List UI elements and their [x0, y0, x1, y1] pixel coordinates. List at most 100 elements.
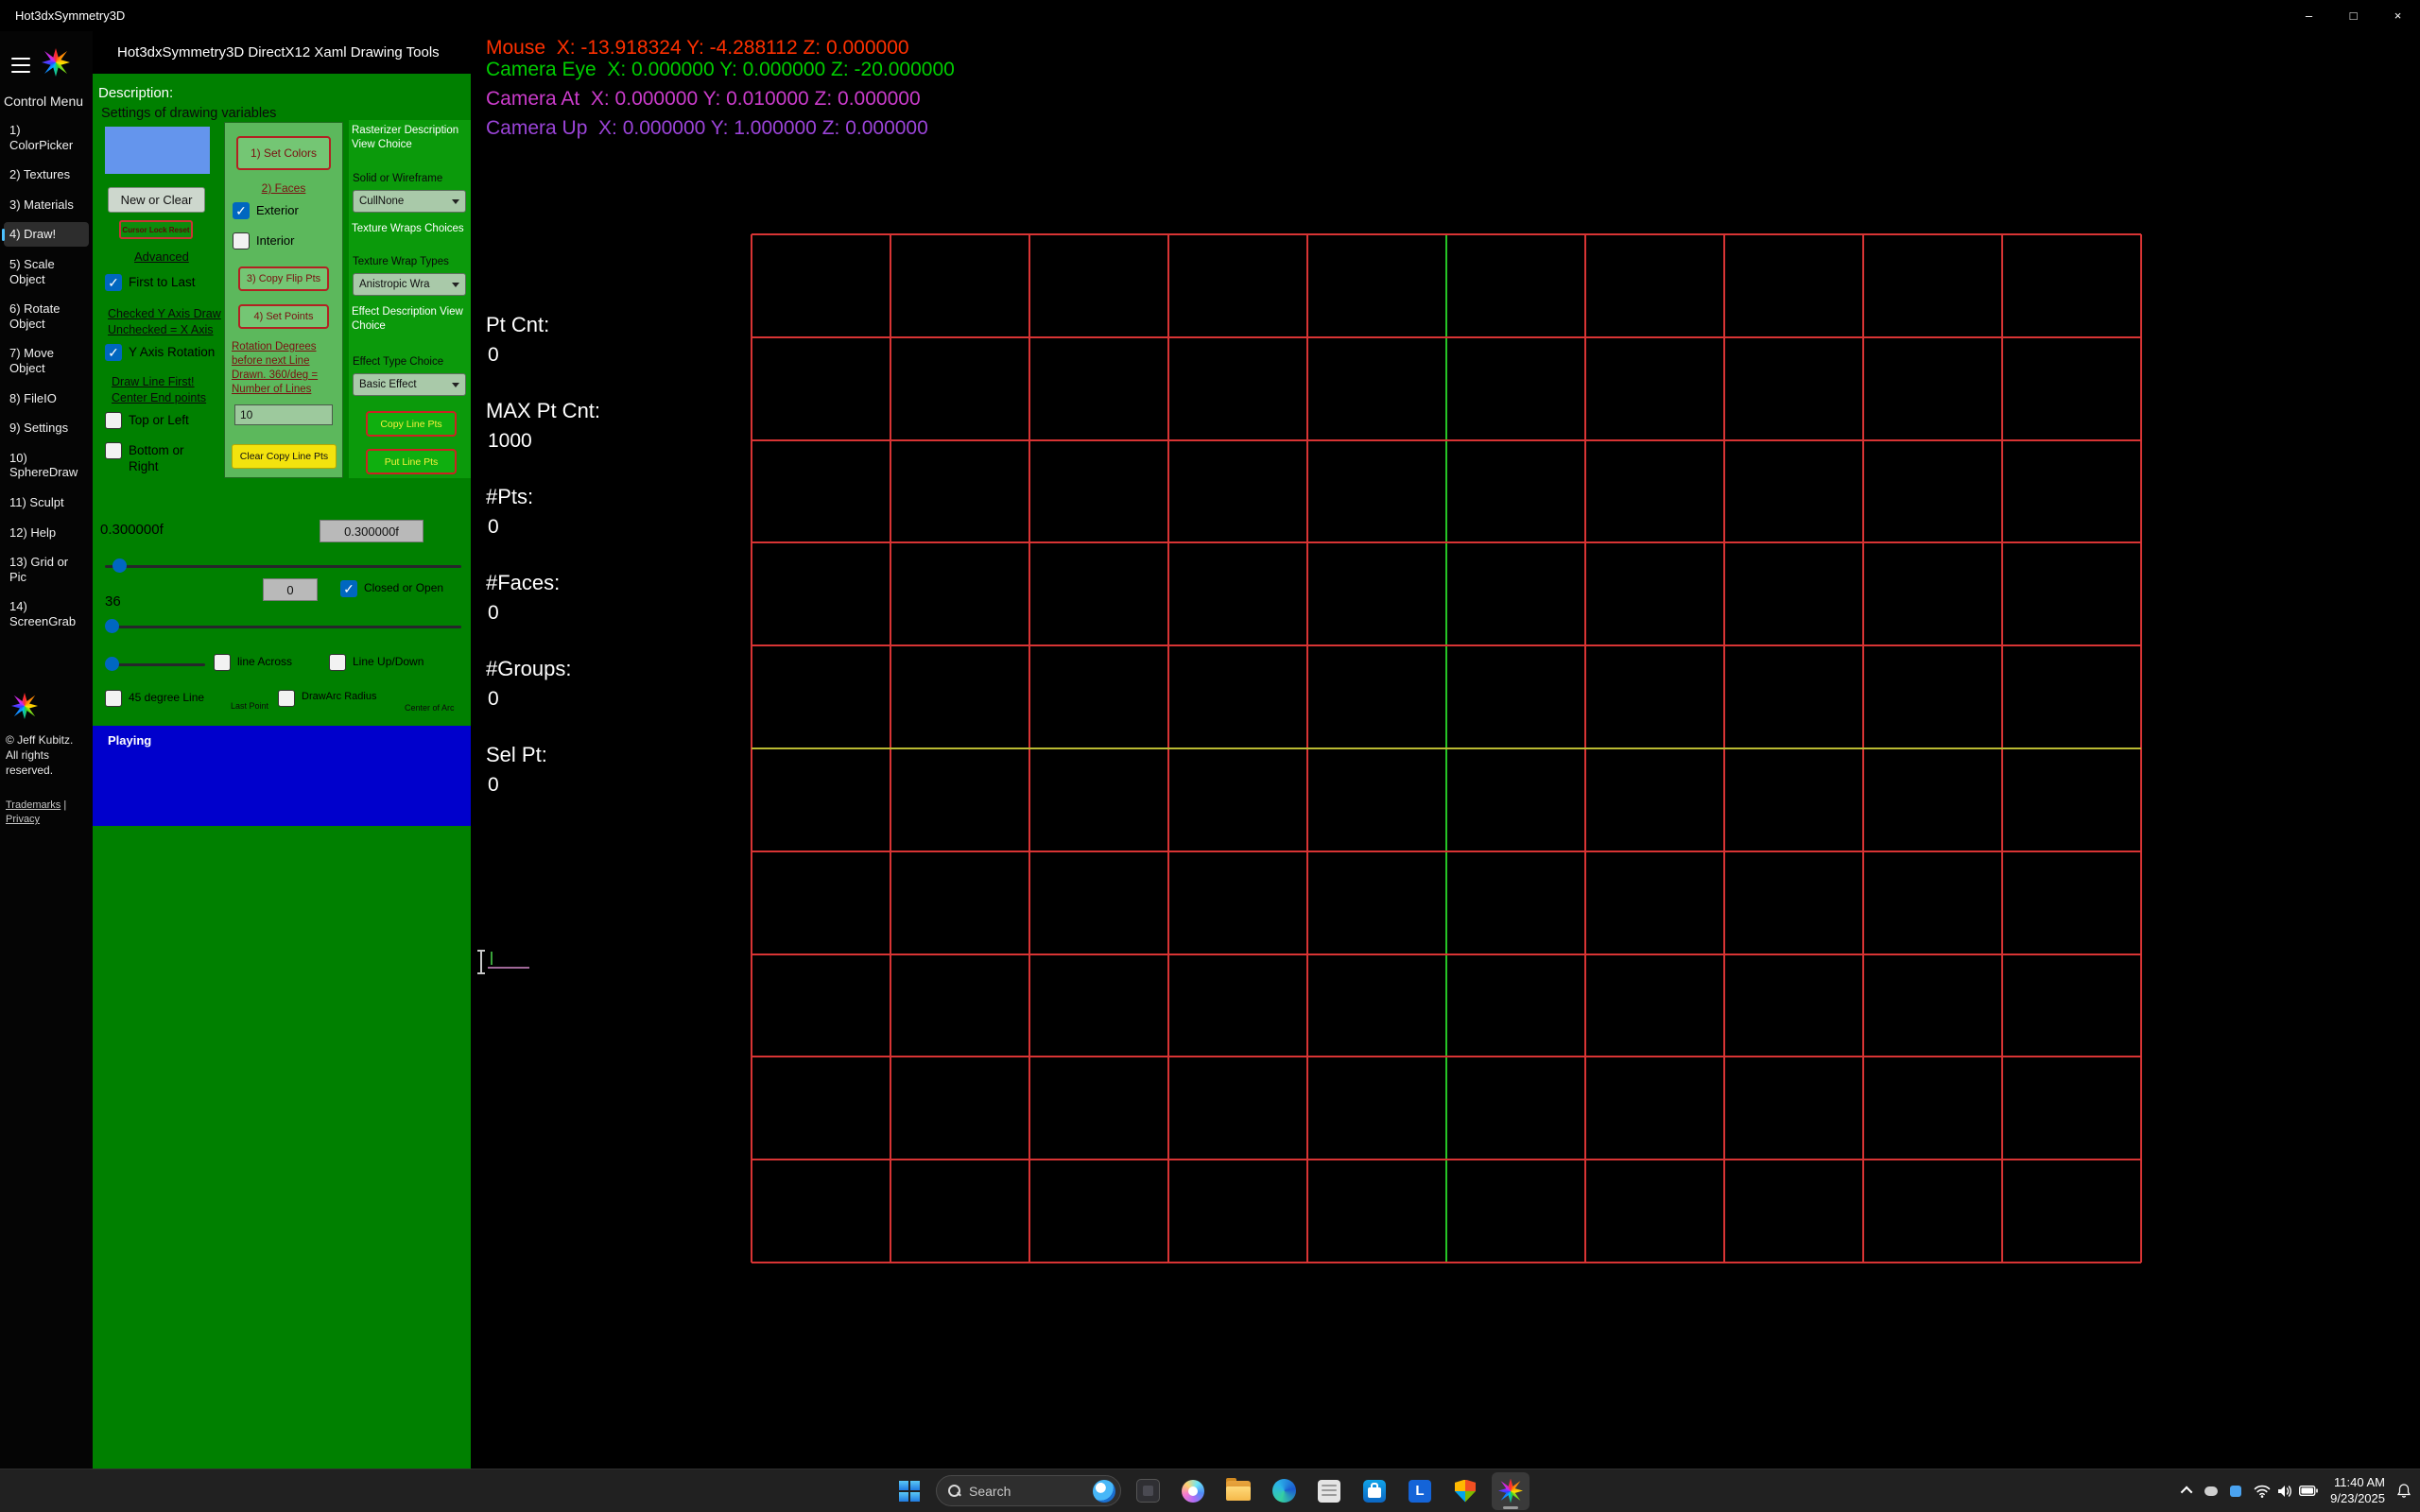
segments-slider[interactable]: [105, 618, 461, 635]
new-or-clear-button[interactable]: New or Clear: [108, 187, 205, 213]
texture-wrap-dropdown[interactable]: Anistropic Wra: [353, 273, 466, 296]
taskbar-clock[interactable]: 11:40 AM 9/23/2025: [2330, 1475, 2385, 1507]
bottom-or-right-checkbox[interactable]: [105, 442, 122, 459]
set-colors-button[interactable]: 1) Set Colors: [236, 136, 331, 170]
sidebar-item-2-textures[interactable]: 2) Textures: [4, 163, 89, 187]
sidebar-item-3-materials[interactable]: 3) Materials: [4, 193, 89, 217]
slider-thumb[interactable]: [105, 619, 119, 633]
dark-app-icon: [1136, 1479, 1160, 1503]
stat-label: #Groups:: [486, 657, 600, 680]
taskbar-edge-button[interactable]: [1265, 1472, 1303, 1510]
sidebar-item-1-colorpicker[interactable]: 1) ColorPicker: [4, 118, 89, 157]
color-swatch[interactable]: [105, 127, 210, 174]
cursor-lock-reset-button[interactable]: Cursor Lock Reset: [119, 220, 193, 239]
wifi-icon: [2254, 1485, 2271, 1498]
taskbar-copilot-button[interactable]: [1174, 1472, 1212, 1510]
slider-thumb[interactable]: [112, 558, 127, 573]
copy-line-pts-button[interactable]: Copy Line Pts: [366, 411, 457, 437]
sidebar-item-5-scale-object[interactable]: 5) Scale Object: [4, 252, 89, 291]
privacy-link[interactable]: Privacy: [6, 814, 40, 825]
copyright-text: © Jeff Kubitz. All rights reserved.: [6, 732, 83, 779]
sidebar-item-8-fileio[interactable]: 8) FileIO: [4, 387, 89, 411]
drawing-grid: [752, 234, 2141, 1263]
slider-track[interactable]: [105, 565, 461, 568]
taskbar-file-explorer-button[interactable]: [1219, 1472, 1257, 1510]
battery-icon: [2299, 1486, 2318, 1496]
grid-line-horizontal: [752, 1159, 2141, 1160]
hamburger-menu-icon[interactable]: [11, 58, 30, 73]
last-point-label: Last Point: [231, 701, 268, 711]
line-across-checkbox[interactable]: [214, 654, 231, 671]
y-axis-draw-link[interactable]: Checked Y Axis Draw Unchecked = X Axis: [108, 306, 221, 338]
legal-separator: |: [60, 799, 66, 811]
taskbar-light-app-button[interactable]: [1310, 1472, 1348, 1510]
solid-or-wireframe-label: Solid or Wireframe: [353, 173, 442, 184]
sidebar-item-11-sculpt[interactable]: 11) Sculpt: [4, 490, 89, 515]
taskbar-security-button[interactable]: [1446, 1472, 1484, 1510]
taskbar-l-app-button[interactable]: L: [1401, 1472, 1439, 1510]
sidebar-item-7-move-object[interactable]: 7) Move Object: [4, 341, 89, 380]
closed-or-open-checkbox[interactable]: [340, 580, 357, 597]
sidebar-item-10-spheredraw[interactable]: 10) SphereDraw: [4, 446, 89, 485]
slider-track[interactable]: [105, 626, 461, 628]
start-button[interactable]: [890, 1472, 928, 1510]
sidebar-item-14-screengrab[interactable]: 14) ScreenGrab: [4, 594, 89, 633]
size-value-box[interactable]: 0.300000f: [320, 520, 424, 542]
line-up-down-checkbox[interactable]: [329, 654, 346, 671]
grid-line-horizontal: [752, 954, 2141, 955]
sidebar-item-12-help[interactable]: 12) Help: [4, 521, 89, 545]
copy-flip-pts-button[interactable]: 3) Copy Flip Pts: [238, 266, 329, 291]
put-line-pts-button[interactable]: Put Line Pts: [366, 449, 457, 474]
taskbar-hot3dx-app-button[interactable]: [1492, 1472, 1530, 1510]
line-across-row: line Across: [214, 654, 292, 671]
size-slider[interactable]: [105, 558, 461, 575]
legal-links: Trademarks | Privacy: [6, 799, 76, 828]
interior-checkbox[interactable]: [233, 232, 250, 249]
taskbar-dark-app-button[interactable]: [1129, 1472, 1167, 1510]
taskbar-store-button[interactable]: [1356, 1472, 1393, 1510]
draw-arc-radius-checkbox[interactable]: [278, 690, 295, 707]
network-volume-battery-group[interactable]: [2254, 1485, 2318, 1498]
sidebar-item-4-draw[interactable]: 4) Draw!: [4, 222, 89, 247]
notification-bell-icon[interactable]: [2397, 1484, 2411, 1498]
draw-actions-panel: 1) Set Colors 2) Faces Exterior Interior…: [224, 122, 343, 478]
minimize-button[interactable]: –: [2287, 0, 2331, 31]
chevron-down-icon: [452, 283, 459, 287]
sidebar-item-6-rotate-object[interactable]: 6) Rotate Object: [4, 297, 89, 335]
lines-count-input[interactable]: 10: [234, 404, 333, 425]
search-icon: [948, 1485, 961, 1498]
maximize-button[interactable]: □: [2331, 0, 2376, 31]
sidebar-item-9-settings[interactable]: 9) Settings: [4, 416, 89, 440]
exterior-checkbox[interactable]: [233, 202, 250, 219]
taskbar-search[interactable]: Search: [936, 1475, 1121, 1506]
rotation-degrees-link[interactable]: Rotation Degrees before next Line Drawn.…: [232, 340, 337, 397]
hot3dx-app-icon: [1498, 1479, 1523, 1503]
tray-icon-2[interactable]: [2230, 1486, 2241, 1497]
deg45-line-checkbox[interactable]: [105, 690, 122, 707]
slider-track[interactable]: [105, 663, 205, 666]
tray-icon-1[interactable]: [2204, 1486, 2218, 1496]
sidebar-item-13-grid-or-pic[interactable]: 13) Grid or Pic: [4, 550, 89, 589]
advanced-link[interactable]: Advanced: [134, 249, 189, 264]
deg45-line-label: 45 degree Line: [129, 690, 204, 705]
clock-date: 9/23/2025: [2330, 1491, 2385, 1507]
top-or-left-checkbox[interactable]: [105, 412, 122, 429]
cull-mode-dropdown[interactable]: CullNone: [353, 190, 466, 213]
faces-link[interactable]: 2) Faces: [225, 181, 342, 195]
set-points-button[interactable]: 4) Set Points: [238, 304, 329, 329]
clear-copy-line-pts-button[interactable]: Clear Copy Line Pts: [232, 444, 337, 469]
volume-icon: [2277, 1485, 2292, 1498]
grid-line-horizontal: [752, 541, 2141, 543]
slider-thumb[interactable]: [105, 657, 119, 671]
y-axis-rotation-checkbox[interactable]: [105, 344, 122, 361]
effect-type-dropdown[interactable]: Basic Effect: [353, 373, 466, 396]
close-button[interactable]: ×: [2376, 0, 2420, 31]
mini-slider[interactable]: [105, 656, 205, 673]
drawing-canvas[interactable]: Mouse X: -13.918324 Y: -4.288112 Z: 0.00…: [471, 31, 2420, 1469]
hidden-icons-chevron-icon[interactable]: [2181, 1486, 2193, 1499]
draw-line-first-link[interactable]: Draw Line First! Center End points: [112, 374, 206, 406]
stat-value: 0: [488, 516, 600, 539]
segments-value-box[interactable]: 0: [263, 578, 318, 601]
trademarks-link[interactable]: Trademarks: [6, 799, 60, 811]
first-to-last-checkbox[interactable]: [105, 274, 122, 291]
